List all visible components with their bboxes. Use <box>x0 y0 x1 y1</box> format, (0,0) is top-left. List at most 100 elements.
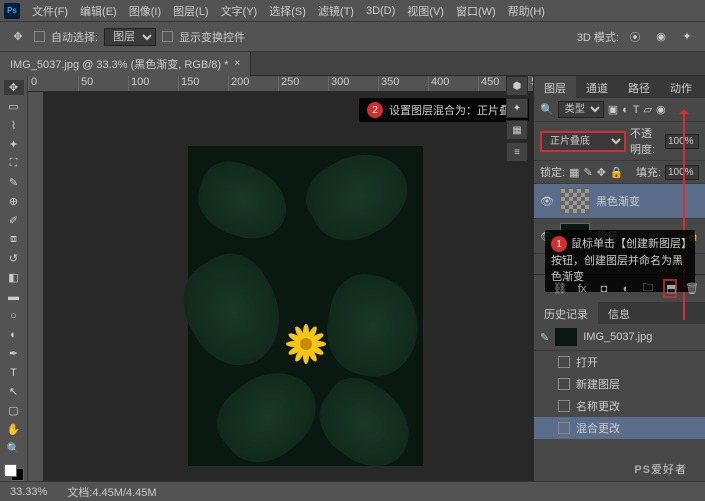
history-panel-tabs: 历史记录 信息 <box>534 302 705 324</box>
shape-tool[interactable]: ▢ <box>4 403 24 418</box>
eyedropper-tool[interactable]: ✎ <box>4 175 24 190</box>
lasso-tool[interactable]: ⌇ <box>4 118 24 133</box>
fx-icon[interactable]: fx <box>575 283 589 295</box>
menu-file[interactable]: 文件(F) <box>26 3 74 19</box>
layer-thumbnail[interactable] <box>560 188 590 214</box>
filter-smart-icon[interactable]: ◉ <box>656 103 666 116</box>
canvas[interactable] <box>188 146 423 466</box>
menu-type[interactable]: 文字(Y) <box>215 3 264 19</box>
visibility-icon[interactable]: 👁 <box>540 195 554 208</box>
opacity-input[interactable] <box>665 134 699 149</box>
folder-icon[interactable]: 🗀 <box>641 279 655 298</box>
filter-kind-dropdown[interactable]: 类型 <box>558 101 604 118</box>
menu-view[interactable]: 视图(V) <box>401 3 450 19</box>
history-step-icon <box>558 422 570 434</box>
wand-tool[interactable]: ✦ <box>4 137 24 152</box>
tab-title: IMG_5037.jpg @ 33.3% (黑色渐变, RGB/8) * <box>10 56 228 72</box>
eraser-tool[interactable]: ◧ <box>4 270 24 285</box>
fill-input[interactable] <box>665 165 699 180</box>
link-icon[interactable]: ⛓ <box>553 282 567 295</box>
collapsed-panel-2[interactable]: ✦ <box>506 98 528 118</box>
filter-pixel-icon[interactable]: ▣ <box>608 103 618 116</box>
layer-name[interactable]: 黑色渐变 <box>596 193 640 209</box>
threed-icon-2[interactable]: ◉ <box>651 27 671 47</box>
document-tab[interactable]: IMG_5037.jpg @ 33.3% (黑色渐变, RGB/8) * × <box>0 52 251 76</box>
stamp-tool[interactable]: ⧈ <box>4 232 24 247</box>
lock-all-icon[interactable]: 🔒 <box>610 166 624 179</box>
tab-paths[interactable]: 路径 <box>618 76 660 98</box>
filter-adjust-icon[interactable]: ◐ <box>622 104 629 116</box>
new-layer-icon[interactable]: ⬒ <box>663 279 677 298</box>
tab-history[interactable]: 历史记录 <box>534 302 598 324</box>
close-icon[interactable]: × <box>234 58 240 69</box>
pen-tool[interactable]: ✒ <box>4 346 24 361</box>
history-brush-tool[interactable]: ↺ <box>4 251 24 266</box>
collapsed-panel-3[interactable]: ▦ <box>506 120 528 140</box>
document-tabs: IMG_5037.jpg @ 33.3% (黑色渐变, RGB/8) * × <box>0 52 705 76</box>
menu-3d[interactable]: 3D(D) <box>360 5 401 17</box>
auto-select-dropdown[interactable]: 图层 <box>104 28 156 46</box>
tab-actions[interactable]: 动作 <box>660 76 702 98</box>
filter-shape-icon[interactable]: ▱ <box>644 103 652 116</box>
options-bar: ✥ 自动选择: 图层 显示变换控件 3D 模式: ⦿ ◉ ✦ <box>0 22 705 52</box>
menu-select[interactable]: 选择(S) <box>263 3 312 19</box>
tab-info[interactable]: 信息 <box>598 302 640 324</box>
history-item[interactable]: 混合更改 <box>534 417 705 439</box>
history-snapshot[interactable]: ✎ IMG_5037.jpg <box>534 324 705 351</box>
collapsed-panel-1[interactable]: ⬢ <box>506 76 528 96</box>
filter-type-icon[interactable]: T <box>633 104 640 116</box>
right-panels: 图层 通道 路径 动作 🔍 类型 ▣ ◐ T ▱ ◉ 正片叠底 不透明度: 锁定… <box>533 76 705 481</box>
adjust-icon[interactable]: ◐ <box>619 283 633 295</box>
threed-icon-1[interactable]: ⦿ <box>625 27 645 47</box>
lock-pixel-icon[interactable]: ✎ <box>583 166 592 179</box>
fill-label: 填充: <box>636 164 661 180</box>
menu-window[interactable]: 窗口(W) <box>450 3 502 19</box>
brush-tool[interactable]: ✐ <box>4 213 24 228</box>
lock-trans-icon[interactable]: ▦ <box>569 166 579 179</box>
menu-image[interactable]: 图像(I) <box>123 3 167 19</box>
snapshot-brush-icon: ✎ <box>540 331 549 344</box>
watermark: PS爱好者 <box>634 460 687 477</box>
history-item[interactable]: 打开 <box>534 351 705 373</box>
collapsed-panel-4[interactable]: ≡ <box>506 142 528 162</box>
heal-tool[interactable]: ⊕ <box>4 194 24 209</box>
menu-layer[interactable]: 图层(L) <box>167 3 214 19</box>
trash-icon[interactable]: 🗑 <box>685 282 699 295</box>
canvas-area: 050100150200250300350400450500 2 设置图层混合为… <box>28 76 533 481</box>
tab-layers[interactable]: 图层 <box>534 76 576 98</box>
history-item[interactable]: 新建图层 <box>534 373 705 395</box>
annotation-text-1: 鼠标单击【创建新图层】按钮，创建图层并命名为黑色渐变 <box>551 238 687 283</box>
marquee-tool[interactable]: ▭ <box>4 99 24 114</box>
blend-mode-dropdown[interactable]: 正片叠底 <box>540 131 626 152</box>
color-swatch[interactable] <box>4 464 24 481</box>
search-icon[interactable]: 🔍 <box>540 103 554 116</box>
layer-panel-tabs: 图层 通道 路径 动作 <box>534 76 705 98</box>
app-logo: Ps <box>4 3 20 19</box>
auto-select-checkbox[interactable] <box>34 31 45 42</box>
menu-filter[interactable]: 滤镜(T) <box>312 3 360 19</box>
gradient-tool[interactable]: ▬ <box>4 289 24 304</box>
zoom-level[interactable]: 33.33% <box>10 486 47 498</box>
snapshot-name: IMG_5037.jpg <box>583 331 652 343</box>
hand-tool[interactable]: ✋ <box>4 422 24 437</box>
path-tool[interactable]: ↖ <box>4 384 24 399</box>
crop-tool[interactable]: ⛶ <box>4 156 24 171</box>
doc-size[interactable]: 文档:4.45M/4.45M <box>67 484 156 500</box>
layer-row[interactable]: 👁 黑色渐变 <box>534 184 705 219</box>
lock-pos-icon[interactable]: ✥ <box>597 166 606 179</box>
annotation-text-2: 设置图层混合为：正片叠底 <box>389 102 521 118</box>
type-tool[interactable]: T <box>4 365 24 380</box>
move-tool-icon[interactable]: ✥ <box>8 27 28 47</box>
mask-icon[interactable]: ◘ <box>597 283 611 295</box>
menu-edit[interactable]: 编辑(E) <box>74 3 123 19</box>
dodge-tool[interactable]: ◐ <box>4 327 24 342</box>
history-item[interactable]: 名称更改 <box>534 395 705 417</box>
tab-channels[interactable]: 通道 <box>576 76 618 98</box>
menu-help[interactable]: 帮助(H) <box>502 3 551 19</box>
threed-icon-3[interactable]: ✦ <box>677 27 697 47</box>
move-tool[interactable]: ✥ <box>4 80 24 95</box>
tools-panel: ✥ ▭ ⌇ ✦ ⛶ ✎ ⊕ ✐ ⧈ ↺ ◧ ▬ ○ ◐ ✒ T ↖ ▢ ✋ 🔍 <box>0 76 28 481</box>
blur-tool[interactable]: ○ <box>4 308 24 323</box>
transform-checkbox[interactable] <box>162 31 173 42</box>
zoom-tool[interactable]: 🔍 <box>4 441 24 456</box>
